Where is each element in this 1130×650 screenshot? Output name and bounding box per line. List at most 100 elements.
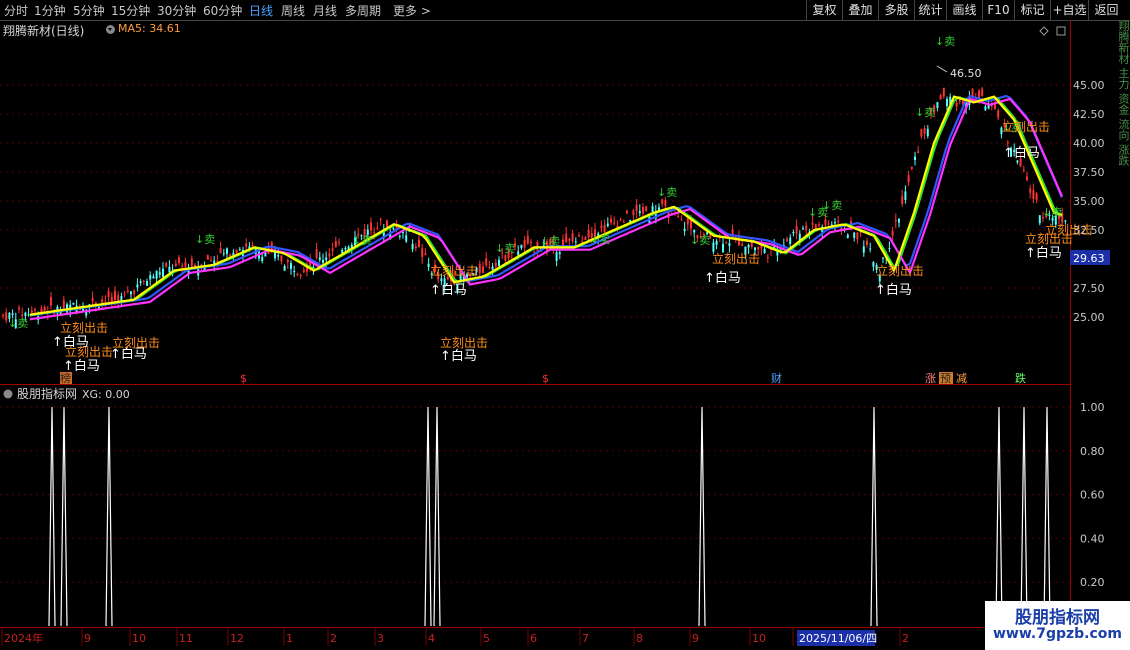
candle-body: [523, 240, 526, 248]
candle-body: [661, 199, 664, 204]
candle-body: [555, 252, 558, 261]
indicator-spike: [698, 406, 706, 627]
candle-body: [872, 262, 875, 267]
price-tick-7: 25.00: [1073, 311, 1105, 324]
candle-body: [130, 291, 132, 295]
candle-body: [578, 235, 580, 237]
candle-body: [741, 244, 744, 246]
candle-body: [923, 128, 926, 134]
candle-body: [181, 265, 184, 267]
candle-body: [290, 263, 292, 269]
buy-signal: ↑白马: [1003, 145, 1040, 161]
indicator-spike: [433, 406, 441, 627]
indicator-dropdown-icon[interactable]: [3, 389, 13, 399]
candle-body: [165, 262, 168, 267]
date-label-3: 11: [179, 632, 193, 645]
indicator-spike: [1020, 406, 1028, 627]
candle-body: [302, 270, 305, 273]
price-axis: 45.00 42.50 40.00 37.50 35.00 32.50 27.50 25.00: [1073, 79, 1105, 324]
candle-body: [834, 222, 836, 224]
candle-body: [293, 271, 296, 273]
window-icon[interactable]: [1056, 26, 1066, 36]
event-up[interactable]: 涨: [925, 372, 936, 385]
event-forecast[interactable]: 预: [940, 372, 951, 385]
candle-body: [238, 249, 241, 251]
sell-signal: ↓卖: [8, 317, 28, 330]
candle-body: [795, 226, 798, 234]
candle-body: [414, 246, 417, 249]
sell-signal: ↓卖: [1042, 206, 1062, 219]
sell-signal: ↓卖: [590, 233, 610, 246]
event-reduce[interactable]: 减: [956, 372, 967, 385]
candle-body: [622, 221, 625, 223]
candle-body: [1026, 176, 1028, 181]
candle-body: [18, 307, 20, 310]
event-finance[interactable]: 财: [771, 371, 782, 385]
candle-body: [677, 215, 680, 218]
candle-body: [1035, 193, 1038, 200]
event-dollar-1[interactable]: $: [240, 372, 247, 385]
candle-body: [638, 211, 641, 214]
candle-body: [632, 210, 635, 216]
candle-body: [299, 275, 302, 277]
indicator-spike: [60, 406, 68, 627]
candle-body: [261, 256, 264, 262]
candle-body: [104, 301, 107, 303]
candle-body: [373, 231, 376, 233]
candle-body: [866, 240, 868, 245]
candle-body: [34, 309, 36, 311]
buy-signal: ↑白马: [1025, 245, 1062, 261]
kline-chart[interactable]: ↓卖↓卖 ↓卖↓卖↓卖 ↓卖↓卖↓卖↓卖↓卖↓卖↓卖↓卖↓卖↑白马↑白马↑白马↑白马…: [0, 0, 1118, 650]
candle-body: [1032, 190, 1035, 199]
candle-body: [910, 166, 913, 170]
event-dollar-2[interactable]: $: [542, 372, 549, 385]
sell-signal: ↓卖: [352, 234, 372, 247]
diamond-icon[interactable]: [1039, 26, 1049, 36]
candle-body: [619, 219, 622, 221]
date-label-4: 12: [230, 632, 244, 645]
candle-body: [126, 290, 129, 293]
candle-body: [30, 310, 33, 313]
candle-body: [827, 223, 830, 225]
candle-body: [142, 280, 145, 282]
candle-body: [901, 195, 904, 204]
high-price-label: 46.50: [950, 67, 982, 80]
exit-signal: 立刻出击: [440, 335, 488, 350]
candle-body: [600, 225, 603, 229]
candle-body: [846, 234, 849, 238]
buy-signal: ↑白马: [430, 282, 467, 298]
candle-body: [379, 219, 382, 221]
ma-yellow-line: [29, 95, 1063, 316]
candle-body: [50, 297, 52, 306]
event-rank: 榜: [60, 371, 71, 385]
candle-body: [603, 224, 606, 233]
candle-body: [398, 235, 401, 237]
candle-body: [216, 260, 219, 262]
indicator-spike: [48, 406, 56, 627]
candle-body: [43, 306, 46, 312]
candle-body: [376, 227, 379, 229]
candle-body: [315, 249, 318, 259]
candle-body: [370, 222, 372, 231]
candle-body: [107, 290, 110, 298]
candle-body: [206, 255, 209, 260]
event-down[interactable]: 跌: [1015, 371, 1026, 385]
candle-body: [421, 248, 424, 258]
candle-body: [862, 246, 865, 253]
indicator-spike: [424, 406, 432, 627]
candle-body: [536, 241, 539, 251]
candle-body: [558, 252, 561, 255]
candle-body: [888, 248, 891, 250]
candle-body: [914, 156, 916, 160]
candle-body: [766, 257, 769, 259]
candle-body: [1038, 215, 1041, 224]
candle-body: [1022, 170, 1025, 172]
price-tick-1: 42.50: [1073, 108, 1105, 121]
candle-body: [722, 243, 724, 252]
candle-body: [226, 248, 228, 254]
candle-body: [635, 204, 638, 212]
exit-signal: 立刻出击: [112, 335, 160, 350]
exit-signal: 立刻出击: [712, 251, 760, 266]
candle-body: [613, 222, 616, 224]
buy-signal: ↑白马: [440, 348, 477, 364]
